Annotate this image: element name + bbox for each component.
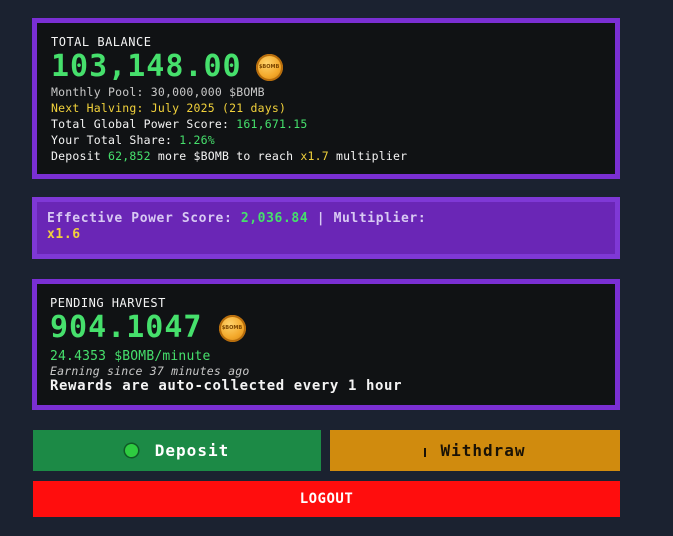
deposit-hint-multiplier: x1.7: [300, 149, 329, 163]
total-balance-row: 103,148.00 $BOMB: [51, 52, 615, 84]
bomb-coin-icon: $BOMB: [218, 314, 246, 342]
auto-collect-note: Rewards are auto-collected every 1 hour: [50, 378, 403, 394]
deposit-button-label: Deposit: [154, 441, 230, 460]
effective-power-label: Effective Power Score:: [47, 211, 233, 226]
total-share-line: Your Total Share: 1.26%: [51, 132, 615, 148]
effective-power-line: Effective Power Score: 2,036.84 | Multip…: [47, 211, 615, 227]
monthly-pool-line: Monthly Pool: 30,000,000 $BOMB: [51, 84, 615, 100]
logout-button-label: LOGOUT: [299, 491, 354, 507]
total-share-value: 1.26%: [179, 133, 215, 147]
pending-harvest-row: 904.1047 $BOMB: [50, 313, 615, 345]
multiplier-label: Multiplier:: [333, 211, 427, 226]
deposit-hint-prefix: Deposit: [51, 149, 101, 163]
bar-icon: [424, 448, 427, 457]
bomb-coin-icon: $BOMB: [255, 53, 283, 81]
effective-power-separator: |: [316, 211, 326, 226]
deposit-hint-suffix: multiplier: [335, 149, 408, 163]
withdraw-button[interactable]: Withdraw: [330, 430, 620, 471]
pending-harvest-amount: 904.1047: [50, 310, 203, 345]
effective-power-card: Effective Power Score: 2,036.84 | Multip…: [32, 197, 620, 259]
withdraw-button-label: Withdraw: [440, 441, 526, 460]
next-halving: Next Halving: July 2025 (21 days): [51, 101, 287, 115]
total-share-label: Your Total Share:: [51, 133, 173, 147]
total-balance-card: TOTAL BALANCE 103,148.00 $BOMB Monthly Po…: [32, 18, 620, 179]
deposit-hint-line: Deposit 62,852 more $BOMB to reach x1.7 …: [51, 148, 615, 164]
global-power-line: Total Global Power Score: 161,671.15: [51, 116, 615, 132]
earning-since: Earning since 37 minutes ago: [50, 364, 250, 378]
effective-power-score: 2,036.84: [240, 211, 309, 226]
monthly-pool-value: 30,000,000 $BOMB: [150, 85, 265, 99]
deposit-button[interactable]: Deposit: [33, 430, 321, 471]
monthly-pool-label: Monthly Pool:: [51, 85, 144, 99]
staking-dashboard: TOTAL BALANCE 103,148.00 $BOMB Monthly Po…: [0, 0, 673, 536]
global-power-label: Total Global Power Score:: [51, 117, 230, 131]
green-dot-icon: [124, 444, 138, 457]
deposit-hint-amount: 62,852: [108, 149, 151, 163]
total-balance-title: TOTAL BALANCE: [51, 35, 152, 49]
deposit-hint-middle: more $BOMB to reach: [157, 149, 294, 163]
logout-button[interactable]: LOGOUT: [33, 481, 620, 517]
harvest-rate: 24.4353 $BOMB/minute: [50, 349, 211, 364]
pending-harvest-title: PENDING HARVEST: [50, 296, 166, 310]
total-balance-amount: 103,148.00: [51, 49, 242, 84]
global-power-value: 161,671.15: [236, 117, 308, 131]
pending-harvest-card: PENDING HARVEST 904.1047 $BOMB 24.4353 $B…: [32, 279, 620, 410]
multiplier-value: x1.6: [47, 227, 81, 242]
